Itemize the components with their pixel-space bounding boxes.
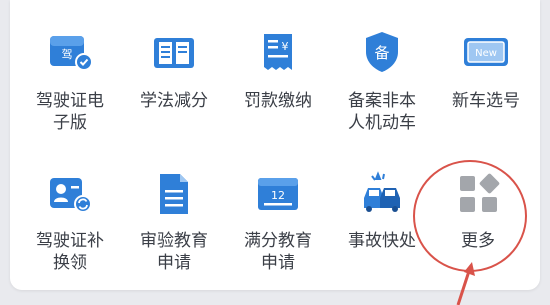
service-label: 审验教育申请: [140, 231, 208, 273]
service-review-education[interactable]: 审验教育申请: [122, 170, 226, 290]
service-study-law[interactable]: 学法减分: [122, 0, 226, 120]
svg-text:备: 备: [374, 44, 389, 62]
service-license-e-version[interactable]: 驾 驾驶证电子版: [18, 0, 122, 133]
service-label: 学法减分: [140, 91, 208, 111]
new-plate-icon: New: [462, 28, 510, 76]
service-full-score-education[interactable]: 12 满分教育申请: [226, 170, 330, 290]
service-accident-quick[interactable]: 事故快处: [330, 170, 434, 290]
svg-text:¥: ¥: [282, 40, 289, 53]
service-label: 驾驶证电子版: [36, 91, 104, 133]
service-grid-card: 驾 驾驶证电子版 学法减分 ¥ 罚款缴纳 备 备案非本人机动车 New 新车选号…: [10, 0, 540, 290]
svg-text:New: New: [475, 48, 497, 59]
receipt-icon: ¥: [254, 28, 302, 76]
service-label: 事故快处: [348, 231, 416, 251]
service-label: 驾驶证补换领: [36, 231, 104, 273]
svg-text:12: 12: [271, 189, 285, 202]
service-label: 备案非本人机动车: [348, 91, 416, 133]
service-new-car-plate[interactable]: New 新车选号: [434, 0, 538, 120]
service-more[interactable]: 更多: [426, 170, 530, 290]
svg-text:驾: 驾: [62, 48, 73, 61]
more-grid-icon: [454, 170, 502, 218]
service-label: 满分教育申请: [244, 231, 312, 273]
service-license-replace[interactable]: 驾驶证补换领: [18, 170, 122, 290]
license-replace-icon: [46, 170, 94, 218]
book-icon: [150, 28, 198, 76]
service-label: 更多: [461, 231, 495, 251]
calendar-icon: 12: [254, 170, 302, 218]
car-accident-icon: [358, 170, 406, 218]
service-label: 罚款缴纳: [244, 91, 312, 111]
service-record-vehicle[interactable]: 备 备案非本人机动车: [330, 0, 434, 133]
license-card-icon: 驾: [46, 28, 94, 76]
service-label: 新车选号: [452, 91, 520, 111]
shield-record-icon: 备: [358, 28, 406, 76]
document-icon: [150, 170, 198, 218]
service-fine-payment[interactable]: ¥ 罚款缴纳: [226, 0, 330, 120]
